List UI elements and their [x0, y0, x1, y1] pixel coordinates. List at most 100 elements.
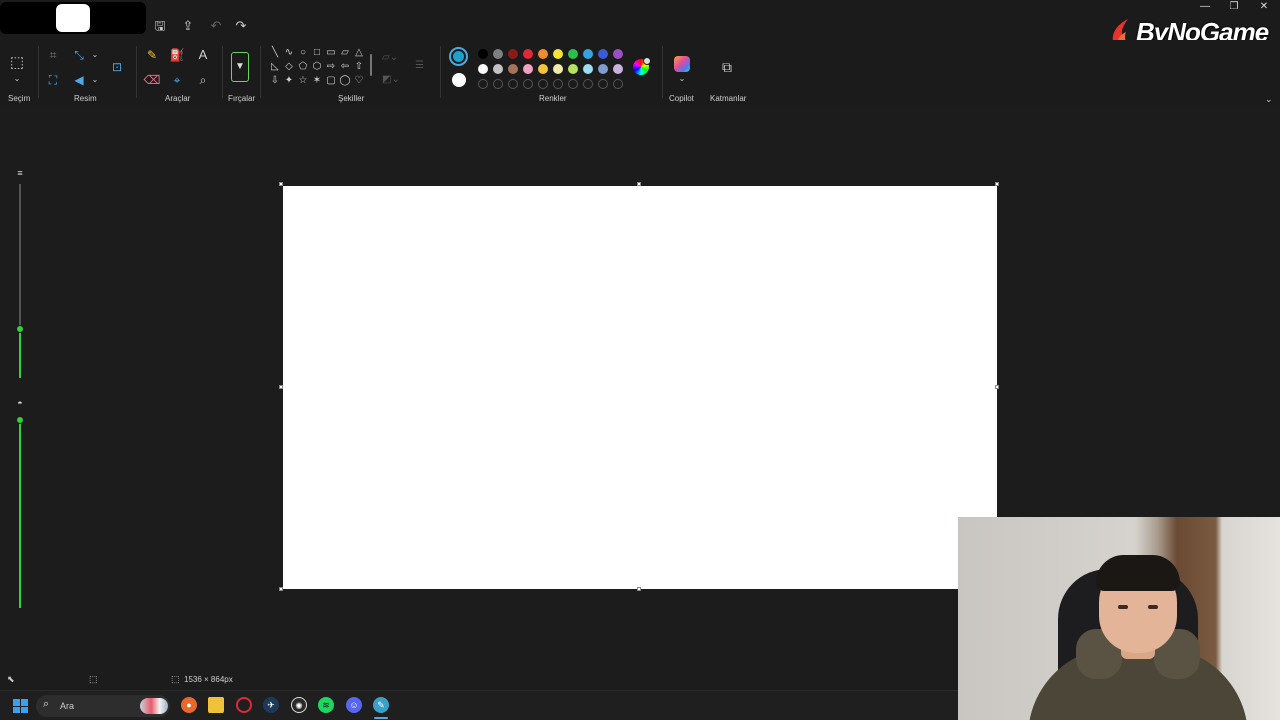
color-swatch[interactable] — [538, 49, 548, 59]
shape-option[interactable]: ▱ — [338, 46, 352, 60]
fill-bucket-icon[interactable]: ⛽ — [168, 46, 186, 64]
shapes-gallery[interactable]: ╲ ∿ ○ □ ▭ ▱ △ ◺ ◇ ⬠ ⬡ ⇨ ⇦ ⇧ ⇩ ✦ ☆ ✶ ▢ ◯ ♡ — [268, 46, 372, 92]
redo-icon[interactable]: ↷ — [233, 18, 249, 34]
color-swatch[interactable] — [583, 64, 593, 74]
custom-color-slot[interactable] — [508, 79, 518, 89]
color-swatch[interactable] — [613, 49, 623, 59]
color-swatch[interactable] — [478, 49, 488, 59]
spotify-icon[interactable]: ≋ — [318, 697, 334, 713]
color-swatch[interactable] — [478, 64, 488, 74]
color-swatch[interactable] — [523, 49, 533, 59]
ribbon-collapse-icon[interactable]: ⌄ — [1265, 94, 1273, 105]
custom-color-slot[interactable] — [478, 79, 488, 89]
shape-option[interactable]: ○ — [296, 46, 310, 60]
shape-fill-icon[interactable]: ◩⌄ — [382, 74, 400, 85]
chatgpt-icon[interactable]: ✺ — [291, 697, 307, 713]
custom-color-slot[interactable] — [493, 79, 503, 89]
shape-option[interactable]: △ — [352, 46, 366, 60]
custom-color-slot[interactable] — [523, 79, 533, 89]
undo-icon[interactable]: ↶ — [208, 18, 224, 34]
pencil-icon[interactable]: ✎ — [143, 46, 161, 64]
color-swatch[interactable] — [553, 64, 563, 74]
color-swatch[interactable] — [493, 49, 503, 59]
size-slider-thumb[interactable] — [16, 325, 24, 333]
primary-color-swatch[interactable] — [449, 47, 468, 66]
canvas-handle-left[interactable] — [279, 385, 283, 389]
color-picker-icon[interactable]: ⌖ — [168, 71, 186, 89]
canvas-handle-bottom[interactable] — [637, 587, 641, 591]
close-button[interactable]: ✕ — [1249, 0, 1279, 14]
color-swatch[interactable] — [538, 64, 548, 74]
crop-icon[interactable]: ⌗ — [44, 46, 62, 64]
color-swatch[interactable] — [598, 49, 608, 59]
shape-option[interactable]: ◺ — [268, 60, 282, 74]
color-swatch[interactable] — [568, 64, 578, 74]
canvas-handle-top[interactable] — [637, 182, 641, 186]
canvas-handle-top-right[interactable] — [995, 182, 999, 186]
minimize-button[interactable]: — — [1190, 0, 1220, 14]
custom-color-slot[interactable] — [553, 79, 563, 89]
shape-size-icon[interactable]: ☰ — [415, 60, 424, 71]
shape-option[interactable]: ♡ — [352, 74, 366, 88]
steam-icon[interactable]: ✈ — [263, 697, 279, 713]
save-icon[interactable]: 🖫 — [152, 18, 168, 34]
color-swatch[interactable] — [613, 64, 623, 74]
secondary-color-swatch[interactable] — [452, 73, 466, 87]
taskbar-search[interactable]: ⌕ Ara — [36, 695, 170, 717]
eraser-icon[interactable]: ⌫ — [143, 71, 161, 89]
shape-option[interactable]: ▭ — [324, 46, 338, 60]
resize-dropdown-icon[interactable]: ⌄ — [86, 46, 104, 64]
shape-option[interactable]: ▢ — [324, 74, 338, 88]
shape-option[interactable]: ⇨ — [324, 60, 338, 74]
color-swatch[interactable] — [493, 64, 503, 74]
share-icon[interactable]: ⇪ — [180, 18, 196, 34]
shape-option[interactable]: ∿ — [282, 46, 296, 60]
copilot-dropdown-icon[interactable]: ⌄ — [673, 70, 691, 88]
shape-option[interactable]: ◇ — [282, 60, 296, 74]
layers-icon[interactable]: ⧉ — [718, 58, 736, 76]
canvas-handle-bottom-left[interactable] — [279, 587, 283, 591]
text-tool-icon[interactable]: A — [194, 46, 212, 64]
shape-option[interactable]: ✶ — [310, 74, 324, 88]
restore-button[interactable]: ❐ — [1219, 0, 1249, 14]
color-swatch[interactable] — [583, 49, 593, 59]
shape-option[interactable]: ╲ — [268, 46, 282, 60]
opacity-slider-thumb[interactable] — [16, 416, 24, 424]
shape-outline-icon[interactable]: ▱⌄ — [382, 52, 398, 63]
folder-icon[interactable] — [208, 697, 224, 713]
shape-option[interactable]: ◯ — [338, 74, 352, 88]
canvas-handle-right[interactable] — [995, 385, 999, 389]
edit-colors-icon[interactable] — [633, 57, 651, 75]
drawing-canvas[interactable] — [283, 186, 997, 589]
selection-dropdown-icon[interactable]: ⌄ — [8, 70, 26, 88]
shape-option[interactable]: ⇧ — [352, 60, 366, 74]
shape-option[interactable]: ☆ — [296, 74, 310, 88]
color-swatch[interactable] — [553, 49, 563, 59]
image-tool-icon[interactable]: ⛶ — [44, 71, 62, 89]
custom-color-slot[interactable] — [583, 79, 593, 89]
paint-icon[interactable]: ✎ — [373, 697, 389, 713]
opera-icon[interactable] — [236, 697, 252, 713]
color-swatch[interactable] — [598, 64, 608, 74]
shapes-scrollbar[interactable] — [370, 54, 372, 76]
rotate-dropdown-icon[interactable]: ⌄ — [86, 71, 104, 89]
shape-option[interactable]: ⬡ — [310, 60, 324, 74]
color-swatch[interactable] — [568, 49, 578, 59]
custom-color-slot[interactable] — [538, 79, 548, 89]
shape-option[interactable]: ⬠ — [296, 60, 310, 74]
windows-start-icon[interactable] — [13, 699, 28, 713]
color-swatch[interactable] — [508, 49, 518, 59]
custom-color-slot[interactable] — [613, 79, 623, 89]
discord-icon[interactable]: ☺ — [346, 697, 362, 713]
brush-button[interactable]: ▼ — [231, 52, 249, 82]
shape-option[interactable]: ⇩ — [268, 74, 282, 88]
image-generator-icon[interactable]: ⊡ — [108, 58, 126, 76]
canvas-handle-top-left[interactable] — [279, 182, 283, 186]
color-swatch[interactable] — [523, 64, 533, 74]
color-swatch[interactable] — [508, 64, 518, 74]
shape-option[interactable]: ✦ — [282, 74, 296, 88]
shape-option[interactable]: □ — [310, 46, 324, 60]
firefox-icon[interactable]: ● — [181, 697, 197, 713]
custom-color-slot[interactable] — [568, 79, 578, 89]
shape-option[interactable]: ⇦ — [338, 60, 352, 74]
